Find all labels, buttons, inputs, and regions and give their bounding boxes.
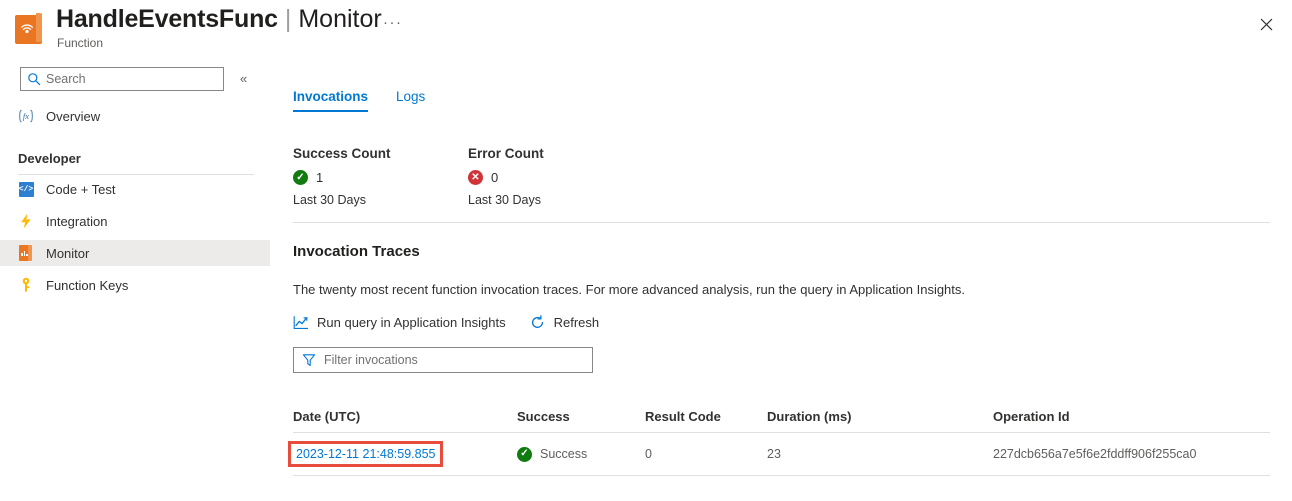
table-header-row: Date (UTC) Success Result Code Duration … <box>293 400 1270 432</box>
sidebar-item-label: Code + Test <box>46 182 116 197</box>
filter-container <box>293 347 593 373</box>
sidebar-item-function-keys[interactable]: Function Keys <box>0 272 270 298</box>
check-circle-icon: ✓ <box>293 170 308 185</box>
code-icon: </> <box>18 181 34 197</box>
cell-operation-id: 227dcb656a7e5f6e2fddff906f255ca0 <box>993 447 1263 461</box>
section-divider <box>293 222 1270 223</box>
metric-error-count: Error Count ✕ 0 Last 30 Days <box>468 146 643 207</box>
search-container <box>20 67 224 91</box>
error-circle-icon: ✕ <box>468 170 483 185</box>
filter-box[interactable] <box>293 347 593 373</box>
cell-date: 2023-12-11 21:48:59.855 <box>293 441 517 467</box>
search-input[interactable] <box>46 72 206 86</box>
table-row[interactable]: 2023-12-11 21:48:59.855 ✓ Success 0 23 2… <box>293 433 1270 475</box>
metric-subtitle: Last 30 Days <box>293 193 468 207</box>
page-header: HandleEventsFunc | Monitor ··· Function <box>0 0 1292 60</box>
key-icon <box>18 277 34 293</box>
column-header-operation-id[interactable]: Operation Id <box>993 409 1263 424</box>
collapse-nav-button[interactable]: « <box>240 72 247 86</box>
refresh-button[interactable]: Refresh <box>530 314 600 330</box>
sidebar-item-label: Monitor <box>46 246 89 261</box>
invocation-traces-title: Invocation Traces <box>293 243 420 260</box>
search-icon <box>27 72 41 86</box>
sidebar-item-label: Function Keys <box>46 278 128 293</box>
cell-result-code: 0 <box>645 447 767 461</box>
sidebar-item-label: Overview <box>46 109 100 124</box>
column-header-result-code[interactable]: Result Code <box>645 409 767 424</box>
filter-invocations-input[interactable] <box>324 353 574 367</box>
cell-success: ✓ Success <box>517 447 645 462</box>
sidebar-item-monitor[interactable]: Monitor <box>0 240 270 266</box>
sidebar-group-divider <box>18 174 254 175</box>
refresh-icon <box>530 314 546 330</box>
sidebar-item-overview[interactable]: fx Overview <box>0 103 270 129</box>
sidebar-item-label: Integration <box>46 214 107 229</box>
main-content: Invocations Logs Success Count ✓ 1 Last … <box>285 62 1292 501</box>
run-query-app-insights-button[interactable]: Run query in Application Insights <box>293 314 506 330</box>
svg-text:fx: fx <box>23 111 29 121</box>
invocation-traces-description: The twenty most recent function invocati… <box>293 282 965 297</box>
lightning-bolt-icon <box>18 213 34 229</box>
metric-success-count: Success Count ✓ 1 Last 30 Days <box>293 146 468 207</box>
metric-title: Success Count <box>293 146 468 161</box>
success-label: Success <box>540 447 587 461</box>
close-icon[interactable] <box>1252 10 1280 38</box>
line-chart-icon <box>293 314 309 330</box>
tab-invocations[interactable]: Invocations <box>293 89 368 112</box>
command-bar: Run query in Application Insights Refres… <box>293 314 599 330</box>
resource-type-label: Function <box>57 36 103 50</box>
column-header-date[interactable]: Date (UTC) <box>293 409 517 424</box>
command-label: Run query in Application Insights <box>317 315 506 330</box>
title-separator: | <box>285 4 292 34</box>
azure-portal-function-monitor: HandleEventsFunc | Monitor ··· Function <box>0 0 1292 501</box>
monitor-book-icon <box>18 245 34 261</box>
sidebar-group-developer: Developer <box>18 151 254 166</box>
metric-value: 1 <box>316 170 323 185</box>
filter-icon <box>302 353 316 367</box>
function-app-icon <box>15 13 45 45</box>
resource-name: HandleEventsFunc <box>56 4 278 34</box>
left-navigation: « fx Overview Developer </> Code + Test <box>0 62 270 501</box>
metric-subtitle: Last 30 Days <box>468 193 643 207</box>
page-title: HandleEventsFunc | Monitor <box>56 4 382 34</box>
sidebar-item-code-test[interactable]: </> Code + Test <box>0 176 270 202</box>
column-header-duration[interactable]: Duration (ms) <box>767 409 993 424</box>
more-options-button[interactable]: ··· <box>383 14 403 31</box>
metrics-row: Success Count ✓ 1 Last 30 Days Error Cou… <box>293 146 643 207</box>
check-circle-icon: ✓ <box>517 447 532 462</box>
command-label: Refresh <box>554 315 600 330</box>
section-name: Monitor <box>298 4 381 34</box>
invocations-table: Date (UTC) Success Result Code Duration … <box>293 400 1270 476</box>
column-header-success[interactable]: Success <box>517 409 645 424</box>
tab-logs[interactable]: Logs <box>396 89 425 112</box>
tab-strip: Invocations Logs <box>293 89 425 112</box>
invocation-date-link[interactable]: 2023-12-11 21:48:59.855 <box>288 441 443 467</box>
cell-duration: 23 <box>767 447 993 461</box>
metric-title: Error Count <box>468 146 643 161</box>
sidebar-item-integration[interactable]: Integration <box>0 208 270 234</box>
search-box[interactable] <box>20 67 224 91</box>
table-row-rule <box>293 475 1270 476</box>
metric-value: 0 <box>491 170 498 185</box>
function-fx-icon: fx <box>18 108 34 124</box>
